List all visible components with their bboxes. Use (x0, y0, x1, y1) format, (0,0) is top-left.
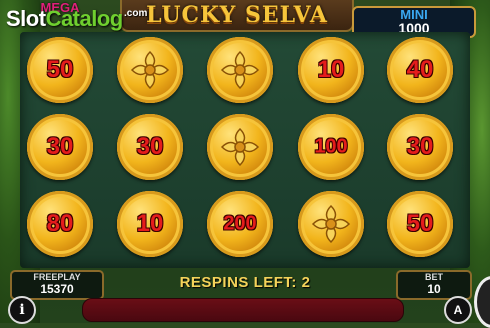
coin-value: 40 (406, 56, 434, 83)
value-coin: 50 (387, 191, 453, 257)
value-coin: 200 (207, 191, 273, 257)
coin-value: 100 (314, 135, 348, 158)
coin-value: 10 (136, 210, 164, 237)
brand-slot: Slot (6, 6, 46, 31)
flower-symbol-coin (117, 37, 183, 103)
reel-grid: 50 10 40 30 30 100 30 80 10 200 50 (20, 32, 470, 268)
autoplay-button[interactable]: A (444, 296, 472, 324)
flower-symbol-coin (298, 191, 364, 257)
game-title: LUCKY SELVA (146, 2, 328, 28)
value-coin: 30 (117, 114, 183, 180)
value-coin: 30 (27, 114, 93, 180)
value-coin: 100 (298, 114, 364, 180)
value-coin: 50 (27, 37, 93, 103)
value-coin: 10 (117, 191, 183, 257)
value-coin: 40 (387, 37, 453, 103)
coin-value: 30 (136, 133, 164, 160)
info-button[interactable]: i (8, 296, 36, 324)
bottom-message-bar (82, 298, 404, 322)
value-coin: 80 (27, 191, 93, 257)
coin-value: 30 (406, 133, 434, 160)
brand-logo: SlotCatalog (6, 6, 123, 32)
coin-value: 30 (46, 133, 74, 160)
flower-icon (220, 127, 260, 167)
coin-value: 50 (46, 56, 74, 83)
value-coin: 30 (387, 114, 453, 180)
brand-catalog: Catalog (45, 6, 124, 31)
flower-icon (130, 50, 170, 90)
flower-icon (220, 50, 260, 90)
brand-com: .com (124, 8, 148, 19)
bet-value: 10 (427, 282, 441, 296)
flower-symbol-coin (207, 37, 273, 103)
title-frame: LUCKY SELVA (120, 0, 354, 32)
coin-value: 200 (223, 212, 257, 235)
coin-value: 80 (46, 210, 74, 237)
coin-value: 10 (317, 56, 345, 83)
flower-icon (311, 204, 351, 244)
coin-value: 50 (406, 210, 434, 237)
value-coin: 10 (298, 37, 364, 103)
flower-symbol-coin (207, 114, 273, 180)
